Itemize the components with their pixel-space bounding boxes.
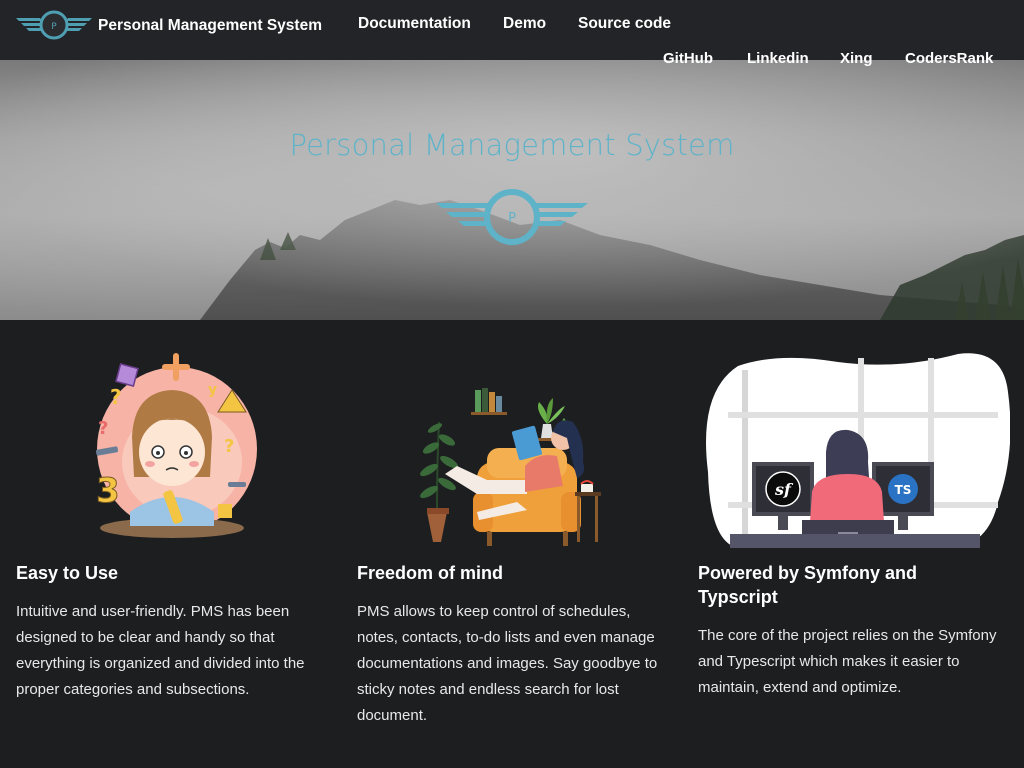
- feature-description: The core of the project relies on the Sy…: [698, 627, 997, 696]
- svg-text:P: P: [508, 211, 516, 226]
- nav-xing[interactable]: Xing: [840, 50, 873, 67]
- svg-text:?: ?: [98, 418, 108, 439]
- feature-description: Intuitive and user-friendly. PMS has bee…: [16, 603, 305, 698]
- brand-name: Personal Management System: [98, 17, 322, 34]
- feature-title: Powered by Symfony and Typscript: [698, 563, 918, 607]
- nav-documentation[interactable]: Documentation: [358, 15, 471, 33]
- feature-title: Freedom of mind: [357, 563, 504, 583]
- svg-text:y: y: [208, 382, 217, 398]
- pms-winged-logo-icon: P: [436, 189, 588, 245]
- svg-text:TS: TS: [895, 483, 912, 497]
- brand-link[interactable]: P Personal Management System: [16, 9, 322, 43]
- svg-text:P: P: [51, 22, 57, 32]
- pms-winged-logo-icon: P: [16, 10, 92, 40]
- svg-text:3: 3: [96, 471, 120, 511]
- woman-reading-in-armchair-illustration: [420, 388, 601, 546]
- nav-github[interactable]: GitHub: [663, 50, 713, 67]
- nav-linkedin[interactable]: Linkedin: [747, 50, 809, 67]
- hero-banner: Personal Management System P: [0, 60, 1024, 320]
- svg-text:?: ?: [224, 436, 234, 457]
- developer-at-monitors-illustration: sf TS: [706, 353, 1010, 548]
- features-section: 3 ? ? ? y Easy to Use Intuitive and user…: [0, 320, 1024, 768]
- nav-source-code[interactable]: Source code: [578, 15, 671, 33]
- feature-title: Easy to Use: [16, 563, 119, 583]
- hero-title: Personal Management System: [289, 128, 735, 162]
- svg-text:?: ?: [110, 385, 122, 409]
- confused-girl-illustration: 3 ? ? ? y: [96, 353, 257, 538]
- feature-description: PMS allows to keep control of schedules,…: [357, 603, 658, 724]
- nav-codersrank[interactable]: CodersRank: [905, 50, 993, 67]
- nav-demo[interactable]: Demo: [503, 15, 546, 33]
